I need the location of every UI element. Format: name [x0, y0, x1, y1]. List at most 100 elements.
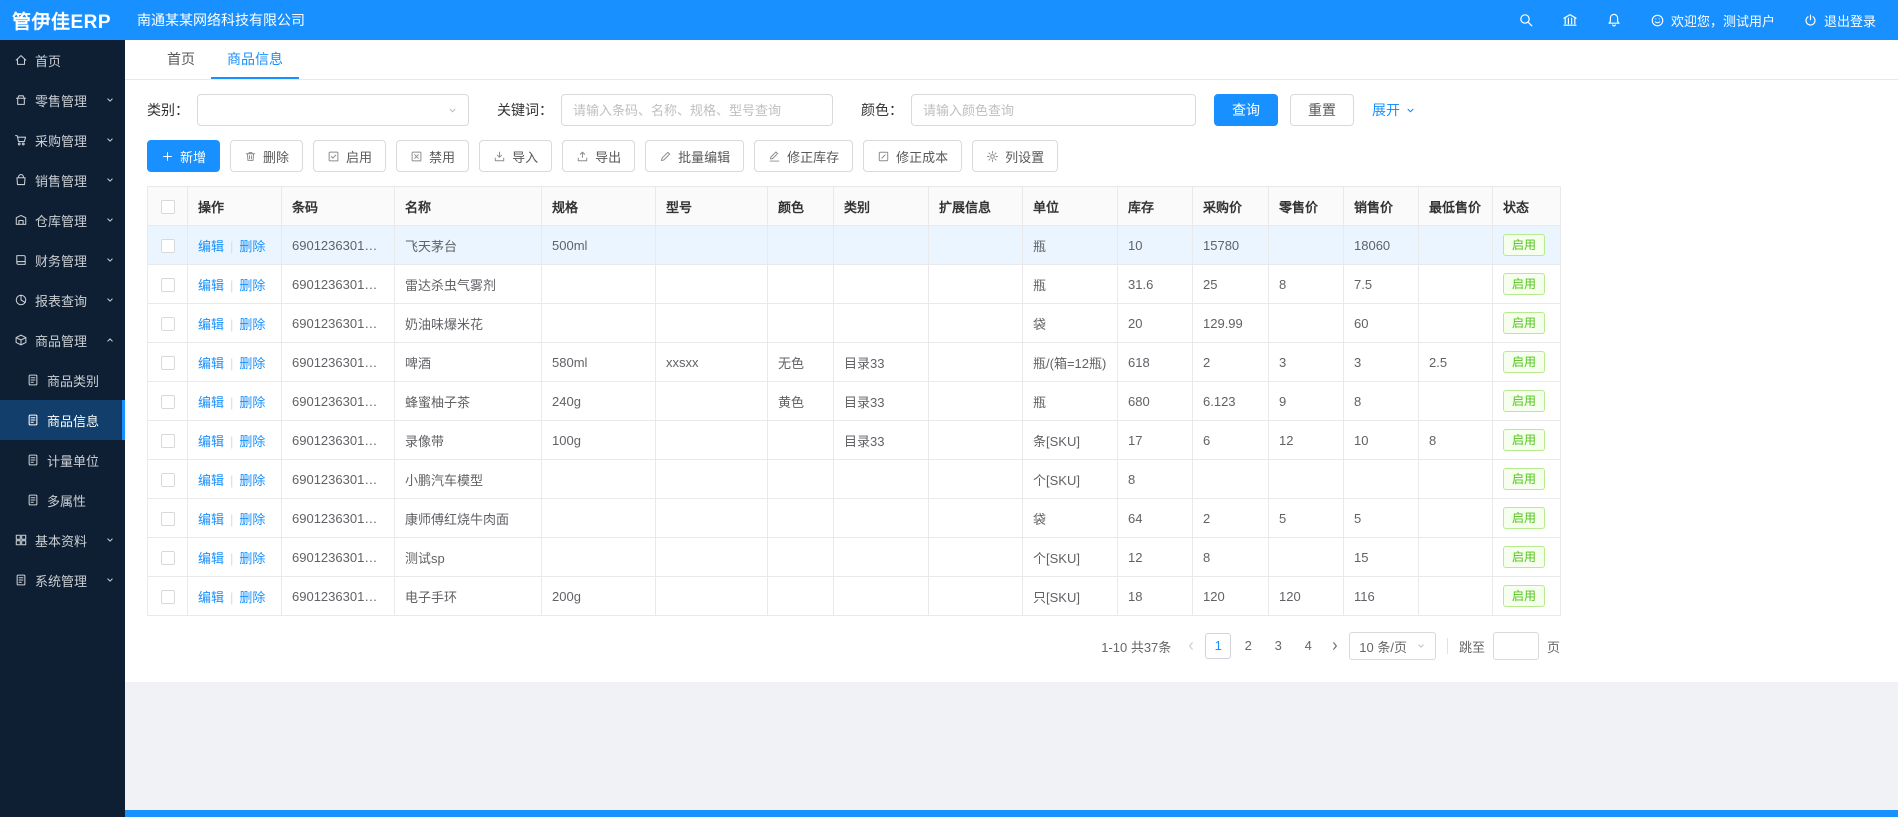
- table-row: 编辑|删除6901236301321康师傅红烧牛肉面袋64255启用: [148, 499, 1561, 538]
- cell-category: [834, 265, 929, 304]
- delete-link[interactable]: 删除: [239, 512, 265, 527]
- tab-home[interactable]: 首页: [151, 40, 211, 79]
- page-button-1[interactable]: 1: [1205, 633, 1231, 659]
- color-input[interactable]: [911, 94, 1196, 126]
- delete-link[interactable]: 删除: [239, 434, 265, 449]
- select-all-checkbox[interactable]: [161, 200, 175, 214]
- sidebar-item-sales[interactable]: 销售管理: [0, 160, 125, 200]
- sidebar-item-home[interactable]: 首页: [0, 40, 125, 80]
- sidebar-item-label: 商品管理: [35, 331, 87, 350]
- batch-edit-button[interactable]: 批量编辑: [645, 140, 744, 172]
- user-welcome[interactable]: 欢迎您，测试用户: [1650, 11, 1775, 30]
- delete-link[interactable]: 删除: [239, 278, 265, 293]
- prev-page-button[interactable]: [1185, 640, 1197, 652]
- delete-link[interactable]: 删除: [239, 590, 265, 605]
- sidebar-item-report[interactable]: 报表查询: [0, 280, 125, 320]
- edit-link[interactable]: 编辑: [198, 512, 224, 527]
- edit-link[interactable]: 编辑: [198, 551, 224, 566]
- row-checkbox[interactable]: [161, 473, 175, 487]
- fix-stock-button[interactable]: 修正库存: [754, 140, 853, 172]
- cell-unit: 袋: [1023, 304, 1118, 343]
- delete-link[interactable]: 删除: [239, 317, 265, 332]
- sidebar-item-system[interactable]: 系统管理: [0, 560, 125, 600]
- edit-link[interactable]: 编辑: [198, 434, 224, 449]
- delete-link[interactable]: 删除: [239, 239, 265, 254]
- expand-link[interactable]: 展开: [1372, 100, 1416, 120]
- add-button[interactable]: 新增: [147, 140, 220, 172]
- sidebar-item-retail[interactable]: 零售管理: [0, 80, 125, 120]
- home-icon: [14, 53, 28, 67]
- row-checkbox[interactable]: [161, 590, 175, 604]
- disable-button[interactable]: 禁用: [396, 140, 469, 172]
- edit-link[interactable]: 编辑: [198, 590, 224, 605]
- row-checkbox[interactable]: [161, 356, 175, 370]
- next-page-button[interactable]: [1329, 640, 1341, 652]
- delete-link[interactable]: 删除: [239, 356, 265, 371]
- table-row: 编辑|删除6901236301331录像带100g目录33条[SKU]17612…: [148, 421, 1561, 460]
- edit-link[interactable]: 编辑: [198, 239, 224, 254]
- row-checkbox[interactable]: [161, 551, 175, 565]
- sidebar-item-measure-unit[interactable]: 计量单位: [0, 440, 125, 480]
- sidebar-item-product-category[interactable]: 商品类别: [0, 360, 125, 400]
- search-icon[interactable]: [1518, 12, 1534, 28]
- edit-link[interactable]: 编辑: [198, 395, 224, 410]
- import-button[interactable]: 导入: [479, 140, 552, 172]
- report-icon: [14, 293, 28, 307]
- jump-page-input[interactable]: [1493, 632, 1539, 660]
- page-numbers: 1234: [1205, 633, 1321, 659]
- page-button-2[interactable]: 2: [1235, 633, 1261, 659]
- column-header: 最低售价: [1419, 187, 1493, 226]
- logout-button[interactable]: 退出登录: [1803, 11, 1876, 30]
- cell-name: 啤酒: [395, 343, 542, 382]
- keyword-input[interactable]: [561, 94, 833, 126]
- sidebar-item-product-info[interactable]: 商品信息: [0, 400, 125, 440]
- delete-button[interactable]: 删除: [230, 140, 303, 172]
- platform-bank-icon[interactable]: [1562, 12, 1578, 28]
- row-checkbox[interactable]: [161, 434, 175, 448]
- export-button[interactable]: 导出: [562, 140, 635, 172]
- product-table: 操作条码名称规格型号颜色类别扩展信息单位库存采购价零售价销售价最低售价状态 编辑…: [147, 186, 1561, 616]
- column-settings-button[interactable]: 列设置: [972, 140, 1058, 172]
- cell-unit: 瓶: [1023, 382, 1118, 421]
- sidebar-item-basic[interactable]: 基本资料: [0, 520, 125, 560]
- row-checkbox[interactable]: [161, 512, 175, 526]
- sidebar-menu: 首页零售管理采购管理销售管理仓库管理财务管理报表查询商品管理商品类别商品信息计量…: [0, 40, 125, 600]
- column-header: 型号: [656, 187, 768, 226]
- edit-link[interactable]: 编辑: [198, 317, 224, 332]
- delete-link[interactable]: 删除: [239, 551, 265, 566]
- edit-link[interactable]: 编辑: [198, 356, 224, 371]
- page-size-value: 10 条/页: [1359, 637, 1407, 656]
- row-checkbox[interactable]: [161, 239, 175, 253]
- button-label: 禁用: [429, 147, 455, 166]
- page-button-4[interactable]: 4: [1295, 633, 1321, 659]
- edit-link[interactable]: 编辑: [198, 278, 224, 293]
- notification-bell-icon[interactable]: [1606, 12, 1622, 28]
- fix-cost-button[interactable]: 修正成本: [863, 140, 962, 172]
- cell-category: 目录33: [834, 343, 929, 382]
- tab-product-info[interactable]: 商品信息: [211, 40, 299, 79]
- table-row: 编辑|删除6901236301338啤酒580mlxxsxx无色目录33瓶/(箱…: [148, 343, 1561, 382]
- sidebar-item-warehouse[interactable]: 仓库管理: [0, 200, 125, 240]
- edit-link[interactable]: 编辑: [198, 473, 224, 488]
- sidebar-item-product[interactable]: 商品管理: [0, 320, 125, 360]
- sidebar-item-label: 销售管理: [35, 171, 87, 190]
- row-checkbox[interactable]: [161, 395, 175, 409]
- reset-button[interactable]: 重置: [1290, 94, 1354, 126]
- row-checkbox[interactable]: [161, 278, 175, 292]
- delete-link[interactable]: 删除: [239, 395, 265, 410]
- sidebar-item-multi-attribute[interactable]: 多属性: [0, 480, 125, 520]
- delete-link[interactable]: 删除: [239, 473, 265, 488]
- enable-button[interactable]: 启用: [313, 140, 386, 172]
- cell-stock: 17: [1118, 421, 1193, 460]
- sidebar-item-purchase[interactable]: 采购管理: [0, 120, 125, 160]
- cell-operations: 编辑|删除: [188, 421, 282, 460]
- page-size-select[interactable]: 10 条/页: [1349, 632, 1436, 660]
- search-button[interactable]: 查询: [1214, 94, 1278, 126]
- sidebar-item-finance[interactable]: 财务管理: [0, 240, 125, 280]
- cell-ext: [929, 265, 1023, 304]
- category-select[interactable]: [197, 94, 469, 126]
- row-checkbox[interactable]: [161, 317, 175, 331]
- page-button-3[interactable]: 3: [1265, 633, 1291, 659]
- jump-unit: 页: [1547, 637, 1560, 656]
- sidebar-item-label: 首页: [35, 51, 61, 70]
